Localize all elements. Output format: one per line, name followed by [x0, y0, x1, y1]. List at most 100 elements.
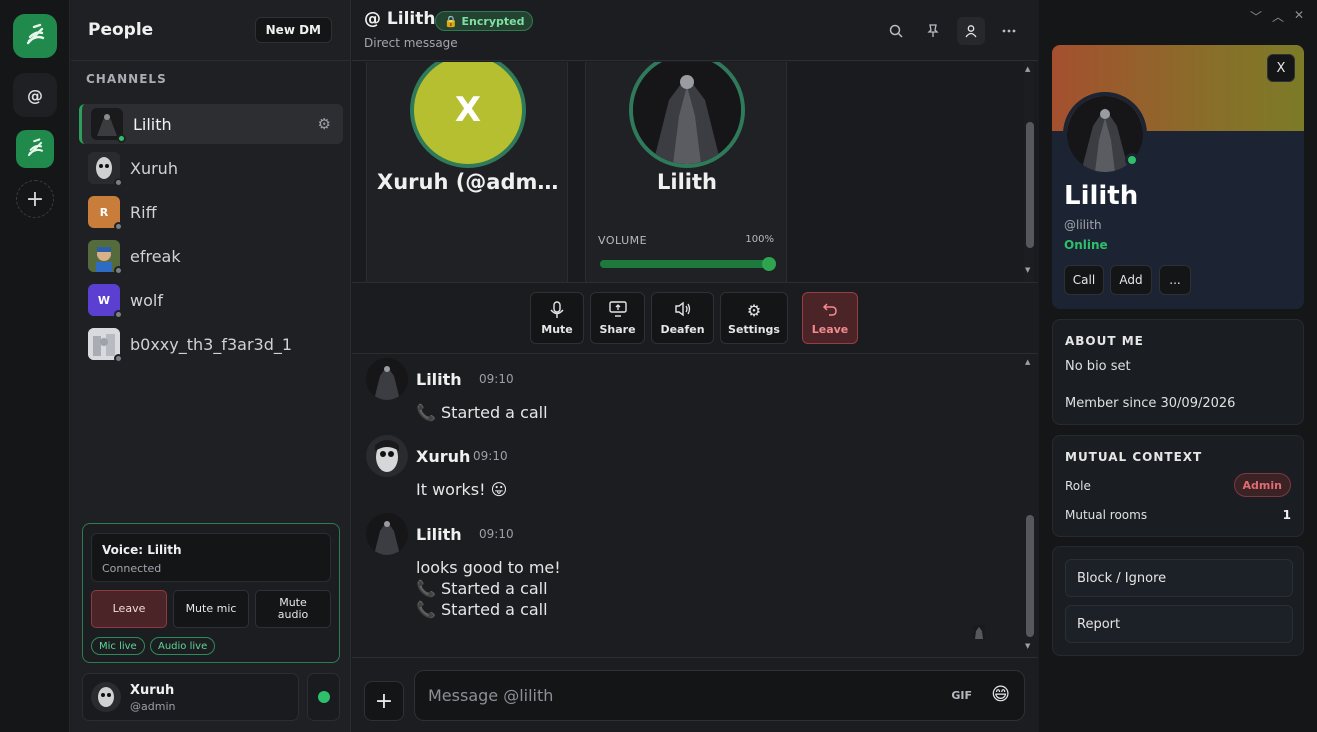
- channel-item-lilith[interactable]: Lilith ⚙: [79, 104, 343, 144]
- message-text: It works! 😛: [416, 480, 508, 499]
- channel-item-label: Riff: [130, 202, 157, 222]
- report-button[interactable]: Report: [1065, 605, 1293, 643]
- avatar: W: [88, 284, 123, 319]
- message-list: Lilith 09:10 📞 Started a call Xuruh 09:1…: [352, 355, 1038, 656]
- chat-subtitle: Direct message: [364, 36, 458, 50]
- message-text: 📞 Started a call: [416, 579, 548, 598]
- message-author[interactable]: Xuruh: [416, 447, 470, 466]
- scroll-down-icon[interactable]: ▼: [1025, 266, 1030, 274]
- pin-icon[interactable]: [922, 20, 944, 42]
- bio-text: No bio set: [1065, 359, 1131, 374]
- attach-button[interactable]: +: [364, 681, 404, 721]
- deafen-button[interactable]: Deafen: [651, 292, 714, 344]
- call-scrollbar[interactable]: ▲ ▼: [1024, 62, 1034, 282]
- offline-status-dot: [114, 222, 123, 231]
- mutual-rooms-count: 1: [1282, 508, 1291, 522]
- voice-title: Voice: Lilith: [102, 543, 182, 557]
- search-icon[interactable]: [885, 20, 907, 42]
- more-options-icon[interactable]: [998, 20, 1020, 42]
- mute-mic-button[interactable]: Mute mic: [173, 590, 249, 628]
- channel-item-wolf[interactable]: W wolf: [79, 280, 343, 320]
- add-friend-button[interactable]: Add: [1110, 265, 1152, 295]
- online-status-dot: [117, 134, 126, 143]
- voice-info: Voice: Lilith Connected: [91, 533, 331, 582]
- about-card: ABOUT ME No bio set Member since 30/09/2…: [1052, 319, 1304, 425]
- settings-button[interactable]: ⚙ Settings: [720, 292, 788, 344]
- channel-item-riff[interactable]: R Riff: [79, 192, 343, 232]
- more-actions-button[interactable]: ...: [1159, 265, 1191, 295]
- direct-messages-button[interactable]: @: [13, 73, 57, 117]
- server-icon[interactable]: [16, 130, 54, 168]
- encrypted-badge: 🔒 Encrypted: [435, 11, 534, 31]
- chevron-up-icon[interactable]: ︿: [1272, 8, 1284, 25]
- mute-audio-button[interactable]: Mute audio: [255, 590, 331, 628]
- channel-item-label: Xuruh: [130, 158, 178, 178]
- message-author[interactable]: Lilith: [416, 370, 462, 389]
- chevron-down-icon[interactable]: ﹀: [1250, 8, 1262, 25]
- leave-voice-button[interactable]: Leave: [91, 590, 167, 628]
- call-controls: Mute Share Deafen ⚙ Settings Leave: [352, 282, 1038, 354]
- avatar[interactable]: [366, 358, 408, 400]
- volume-slider-handle[interactable]: [762, 257, 776, 271]
- channel-item-b0xxy[interactable]: b0xxy_th3_f3ar3d_1: [79, 324, 343, 364]
- avatar[interactable]: [366, 435, 408, 477]
- deafen-label: Deafen: [660, 322, 705, 336]
- avatar-letter: R: [99, 205, 109, 219]
- scrollbar-thumb[interactable]: [1026, 122, 1034, 248]
- voice-panel: Voice: Lilith Connected Leave Mute mic M…: [82, 523, 340, 663]
- scroll-up-icon[interactable]: ▲: [1025, 358, 1030, 366]
- close-profile-button[interactable]: X: [1267, 54, 1295, 82]
- plus-icon: +: [25, 186, 45, 212]
- avatar: [88, 328, 123, 363]
- avatar-letter: X: [454, 90, 482, 130]
- profile-card: X Lilith @lilith Online Call Add ...: [1052, 45, 1304, 309]
- mutual-context-card: MUTUAL CONTEXT Role Admin Mutual rooms 1: [1052, 435, 1304, 537]
- volume-value: 100%: [745, 234, 774, 245]
- avatar: [88, 240, 123, 275]
- leave-label: Leave: [811, 322, 849, 336]
- new-dm-button[interactable]: New DM: [254, 17, 332, 43]
- avatar[interactable]: [366, 513, 408, 555]
- user-profile-icon[interactable]: [957, 17, 985, 45]
- volume-slider[interactable]: [600, 257, 776, 271]
- profile-handle: @lilith: [1064, 218, 1102, 232]
- actions-card: Block / Ignore Report: [1052, 546, 1304, 656]
- message-input[interactable]: Message @lilith GIF 😄: [414, 670, 1025, 721]
- gif-button[interactable]: GIF: [951, 689, 972, 702]
- app-window: @ + People New DM CHANNELS Lilith ⚙ Xuru…: [0, 0, 1317, 732]
- current-user-card[interactable]: Xuruh @admin: [82, 673, 299, 721]
- call-button[interactable]: Call: [1064, 265, 1104, 295]
- emoji-icon[interactable]: 😄: [991, 684, 1010, 705]
- server-rail: @ +: [0, 0, 70, 732]
- voice-status: Connected: [102, 562, 162, 575]
- block-ignore-button[interactable]: Block / Ignore: [1065, 559, 1293, 597]
- call-stage: X Xuruh (@admi... Lilith VOLUME 100% ▲ ▼: [352, 62, 1038, 282]
- mic-live-badge: Mic live: [91, 637, 145, 655]
- participant-tile-lilith[interactable]: Lilith VOLUME 100%: [585, 62, 787, 282]
- message-text: looks good to me!: [416, 558, 561, 577]
- at-icon: @: [27, 85, 43, 105]
- scrollbar-thumb[interactable]: [1026, 515, 1034, 637]
- app-logo-icon[interactable]: [13, 14, 57, 58]
- message-author[interactable]: Lilith: [416, 525, 462, 544]
- scroll-up-icon[interactable]: ▲: [1025, 65, 1030, 73]
- current-user-name: Xuruh: [130, 683, 175, 698]
- volume-slider-fill: [600, 257, 776, 271]
- mute-button[interactable]: Mute: [530, 292, 584, 344]
- add-server-button[interactable]: +: [16, 180, 54, 218]
- presence-toggle[interactable]: [307, 673, 340, 721]
- profile-status: Online: [1064, 238, 1108, 252]
- scroll-down-icon[interactable]: ▼: [1025, 642, 1030, 650]
- gear-icon[interactable]: ⚙: [318, 115, 331, 133]
- participant-tile-xuruh[interactable]: X Xuruh (@admi...: [366, 62, 569, 282]
- share-button[interactable]: Share: [590, 292, 645, 344]
- leave-call-button[interactable]: Leave: [802, 292, 858, 344]
- speaker-icon: [674, 301, 692, 321]
- volume-label: VOLUME: [598, 234, 648, 247]
- messages-scrollbar[interactable]: ▲ ▼: [1024, 355, 1034, 655]
- member-since: Member since 30/09/2026: [1065, 396, 1236, 411]
- channel-item-xuruh[interactable]: Xuruh: [79, 148, 343, 188]
- offline-status-dot: [114, 178, 123, 187]
- channel-item-efreak[interactable]: efreak: [79, 236, 343, 276]
- close-icon[interactable]: ✕: [1294, 8, 1304, 22]
